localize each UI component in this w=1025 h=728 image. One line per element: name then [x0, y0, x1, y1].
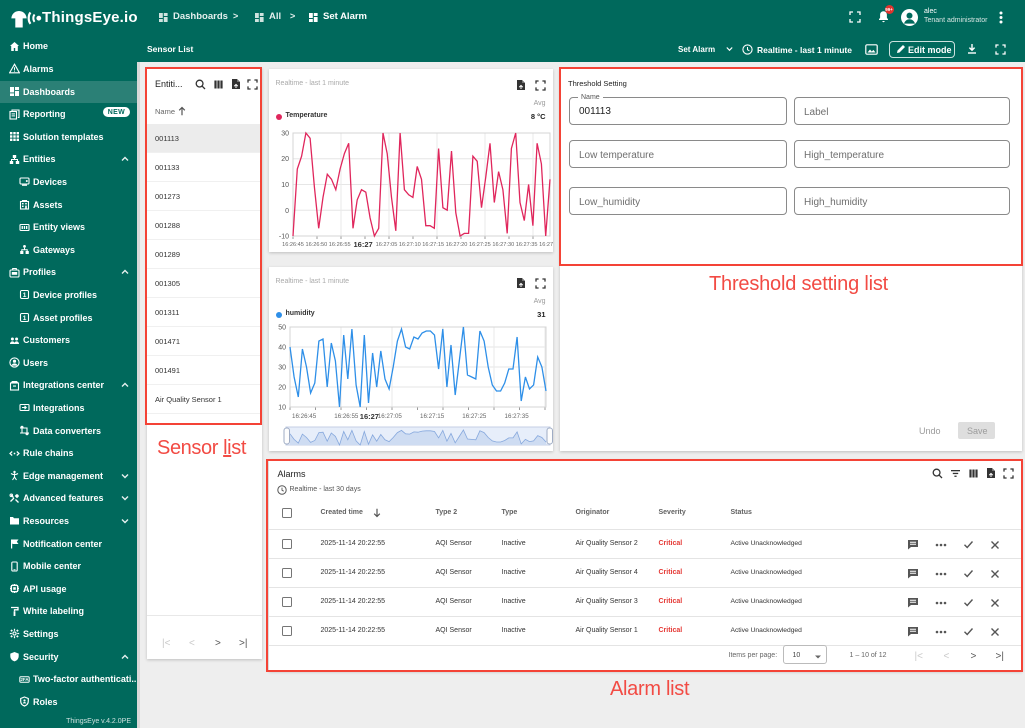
svg-text:16:27:05: 16:27:05 — [377, 413, 402, 420]
svg-text:16:26:50: 16:26:50 — [305, 242, 327, 248]
svg-text:16:27:25: 16:27:25 — [462, 413, 487, 420]
svg-text:16:27:15: 16:27:15 — [422, 242, 444, 248]
svg-text:16:26:45: 16:26:45 — [292, 413, 317, 420]
svg-text:16:27:30: 16:27:30 — [492, 242, 514, 248]
svg-text:16:27:40: 16:27:40 — [539, 242, 553, 248]
svg-text:16:27:10: 16:27:10 — [398, 242, 420, 248]
svg-text:50: 50 — [278, 325, 286, 332]
svg-text:-10: -10 — [278, 233, 288, 240]
svg-text:16:27:35: 16:27:35 — [504, 413, 529, 420]
svg-text:16:27: 16:27 — [353, 240, 372, 249]
svg-text:16:27:35: 16:27:35 — [515, 242, 537, 248]
svg-text:20: 20 — [278, 385, 286, 392]
svg-text:16:27:25: 16:27:25 — [469, 242, 491, 248]
svg-text:0: 0 — [285, 207, 289, 214]
svg-text:16:27: 16:27 — [359, 412, 378, 421]
svg-text:10: 10 — [281, 182, 289, 189]
svg-text:30: 30 — [281, 130, 289, 137]
svg-text:30: 30 — [278, 365, 286, 372]
svg-text:40: 40 — [278, 345, 286, 352]
svg-text:20: 20 — [281, 156, 289, 163]
svg-text:10: 10 — [278, 405, 286, 412]
svg-text:16:26:45: 16:26:45 — [282, 242, 304, 248]
svg-text:16:27:15: 16:27:15 — [420, 413, 445, 420]
svg-text:1: 1 — [23, 292, 27, 299]
svg-text:1: 1 — [23, 315, 27, 322]
svg-text:16:27:05: 16:27:05 — [375, 242, 397, 248]
svg-text:2FA: 2FA — [20, 677, 29, 682]
svg-text:16:26:55: 16:26:55 — [334, 413, 359, 420]
svg-text:16:26:55: 16:26:55 — [328, 242, 350, 248]
svg-text:16:27:20: 16:27:20 — [445, 242, 467, 248]
